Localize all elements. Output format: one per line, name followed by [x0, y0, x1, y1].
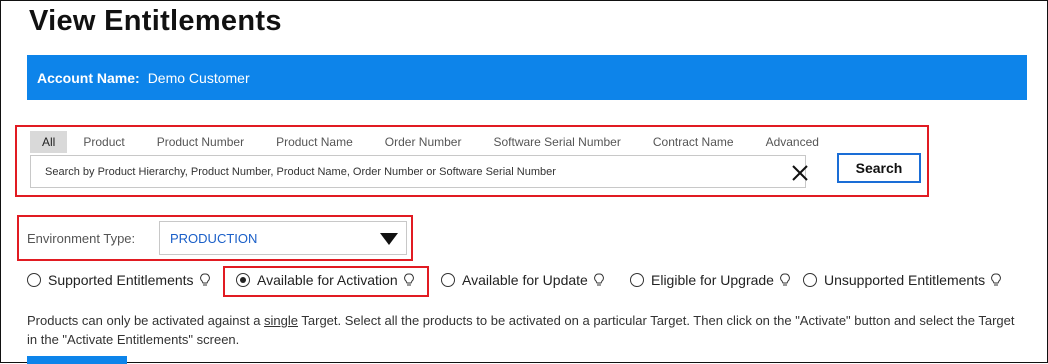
environment-type-filter: Environment Type: PRODUCTION — [17, 215, 413, 261]
entitlement-filter-group: Supported Entitlements Available for Act… — [27, 269, 1027, 295]
search-button[interactable]: Search — [837, 153, 921, 183]
radio-label: Eligible for Upgrade — [651, 272, 774, 288]
radio-available-for-activation[interactable]: Available for Activation — [236, 272, 414, 288]
radio-label: Available for Update — [462, 272, 588, 288]
search-input[interactable]: Search by Product Hierarchy, Product Num… — [30, 155, 809, 188]
tab-all[interactable]: All — [30, 131, 68, 153]
tab-software-serial-number[interactable]: Software Serial Number — [477, 131, 636, 153]
tab-product-number[interactable]: Product Number — [141, 131, 260, 153]
page-frame: View Entitlements Account Name: Demo Cus… — [0, 0, 1048, 364]
note-emphasis: single — [264, 313, 299, 328]
note-text-part1: Products can only be activated against a — [27, 313, 265, 328]
tab-contract-name[interactable]: Contract Name — [637, 131, 750, 153]
account-name-value: Demo Customer — [147, 69, 250, 86]
lightbulb-icon[interactable] — [403, 273, 414, 287]
account-name-label: Account Name: — [37, 69, 140, 86]
radio-circle[interactable] — [441, 273, 455, 287]
environment-type-value: PRODUCTION — [170, 231, 258, 246]
radio-circle[interactable] — [803, 273, 817, 287]
activation-instructions: Products can only be activated against a… — [27, 311, 1027, 349]
page-title: View Entitlements — [29, 5, 282, 37]
search-panel: All Product Product Number Product Name … — [15, 125, 929, 197]
lightbulb-icon[interactable] — [199, 273, 210, 287]
search-tabs: All Product Product Number Product Name … — [30, 131, 835, 153]
dropdown-caret-icon[interactable] — [380, 233, 398, 245]
search-placeholder: Search by Product Hierarchy, Product Num… — [45, 166, 556, 178]
radio-label: Supported Entitlements — [48, 272, 194, 288]
tab-product-name[interactable]: Product Name — [260, 131, 369, 153]
radio-unsupported-entitlements[interactable]: Unsupported Entitlements — [803, 272, 1001, 288]
radio-eligible-for-upgrade[interactable]: Eligible for Upgrade — [630, 272, 790, 288]
lightbulb-icon[interactable] — [991, 273, 1001, 287]
radio-supported-entitlements[interactable]: Supported Entitlements — [27, 272, 210, 288]
radio-label: Available for Activation — [257, 272, 398, 288]
radio-available-for-update[interactable]: Available for Update — [441, 272, 604, 288]
lightbulb-icon[interactable] — [780, 273, 790, 287]
tab-order-number[interactable]: Order Number — [369, 131, 478, 153]
radio-circle[interactable] — [27, 273, 41, 287]
close-x-icon[interactable] — [791, 164, 809, 182]
account-bar: Account Name: Demo Customer — [27, 55, 1027, 100]
tab-advanced[interactable]: Advanced — [750, 131, 835, 153]
environment-type-label: Environment Type: — [27, 231, 136, 246]
radio-circle[interactable] — [236, 273, 250, 287]
radio-circle[interactable] — [630, 273, 644, 287]
radio-label: Unsupported Entitlements — [824, 272, 986, 288]
environment-type-select[interactable]: PRODUCTION — [159, 221, 407, 255]
tab-product[interactable]: Product — [67, 131, 140, 153]
lightbulb-icon[interactable] — [593, 273, 604, 287]
